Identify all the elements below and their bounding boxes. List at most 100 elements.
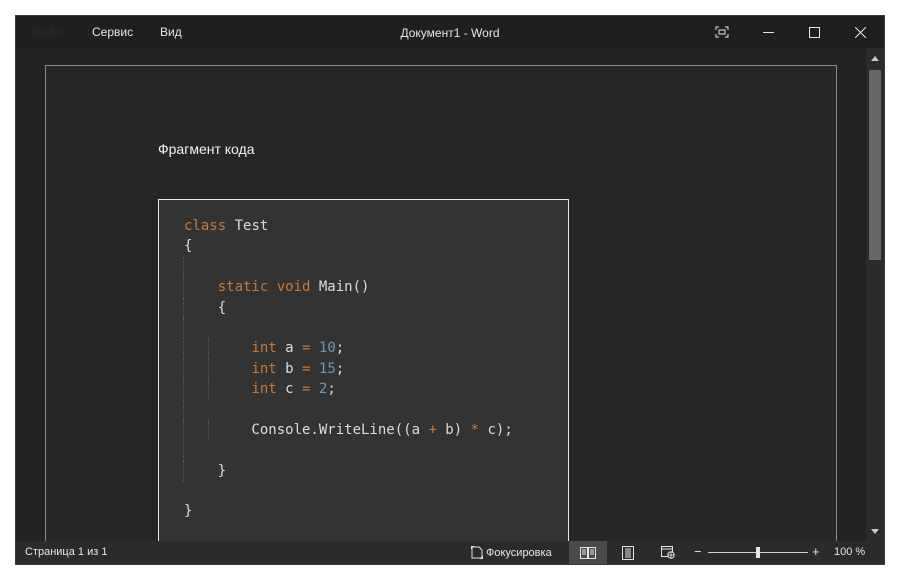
document-heading[interactable]: Фрагмент кода [158,141,254,157]
read-mode-button[interactable] [569,541,607,564]
code-text: Main() [310,279,370,296]
maximize-button[interactable] [791,16,837,48]
code-operator: + [428,421,437,438]
focus-button[interactable]: Фокусировка [471,541,552,564]
arrow-down-icon [871,528,879,534]
page-counter[interactable]: Страница 1 из 1 [25,541,107,564]
scroll-up-button[interactable] [866,50,884,66]
zoom-out-button[interactable]: − [694,541,702,563]
print-layout-icon [622,545,634,560]
indent-guide [208,379,210,400]
code-text: c); [479,421,513,438]
focus-mode-icon [715,26,729,38]
web-layout-icon [661,546,675,559]
focus-icon [471,546,483,559]
close-button[interactable] [837,16,883,48]
scroll-down-button[interactable] [866,523,884,539]
code-line[interactable] [183,256,513,278]
arrow-up-icon [871,55,879,61]
document-page[interactable]: Фрагмент кода class Test { static void Ma… [45,65,837,541]
code-operator: * [470,421,480,438]
code-text: Console.WriteLine((a [184,421,429,438]
code-line[interactable]: { [183,297,513,318]
close-icon [854,26,866,38]
indent-guide [183,399,184,420]
minimize-button[interactable] [745,16,791,48]
zoom-slider-thumb[interactable] [756,547,760,558]
code-text: ; [335,340,345,357]
code-line[interactable] [183,317,513,339]
code-number: 15 [318,360,336,377]
code-line[interactable]: class Test [184,216,513,236]
code-text: Test [226,218,269,234]
minimize-icon [762,31,774,33]
vertical-scrollbar[interactable] [866,48,884,541]
print-layout-button[interactable] [609,541,647,564]
code-text: b) [436,421,471,438]
read-mode-icon [580,546,596,559]
code-text: a [276,340,303,357]
focus-label: Фокусировка [486,546,552,559]
code-text: { [184,299,227,316]
code-text: b [276,360,303,377]
code-keyword: void [276,279,311,296]
indent-guide [208,358,210,380]
code-line[interactable]: Console.WriteLine((a + b) * c); [183,419,513,441]
code-line[interactable]: int c = 2; [183,379,513,400]
word-window: Файл Сервис Вид Документ1 - Word Фрагмен… [16,16,884,564]
code-line[interactable] [183,440,513,461]
indent-guide [183,297,184,318]
indent-guide [208,338,210,359]
status-bar: Страница 1 из 1 Фокусировка − + 100 % [16,541,884,564]
code-line[interactable]: int b = 15; [183,358,513,380]
focus-mode-button[interactable] [699,16,745,48]
code-text: } [184,503,193,520]
code-line[interactable] [183,399,513,420]
code-snippet-box[interactable]: class Test { static void Main() { int a =… [158,199,569,541]
indent-guide [183,379,184,400]
maximize-icon [808,26,820,38]
code-line[interactable] [184,481,513,501]
menu-service[interactable]: Сервис [92,16,133,48]
indent-guide [183,358,184,380]
document-title: Документ1 - Word [400,26,500,40]
indent-guide [208,419,210,441]
scrollbar-thumb[interactable] [869,70,881,260]
code-text: ; [335,360,345,377]
indent-guide [183,317,184,339]
code-text: ; [327,381,336,398]
code-block[interactable]: class Test { static void Main() { int a =… [183,216,513,522]
zoom-level[interactable]: 100 % [834,541,865,564]
menu-view[interactable]: Вид [160,16,182,48]
web-layout-button[interactable] [649,541,687,564]
code-line[interactable]: } [184,501,513,521]
menu-file[interactable]: Файл [32,16,62,48]
document-area[interactable]: Фрагмент кода class Test { static void Ma… [16,48,866,541]
code-keyword: static [217,279,269,296]
code-keyword: class [184,218,227,234]
code-text: { [184,238,193,255]
code-line[interactable]: int a = 10; [183,338,513,359]
code-line[interactable]: } [183,460,513,482]
code-line[interactable]: { [184,236,513,256]
indent-guide [183,419,184,441]
code-keyword: int [251,340,277,357]
code-keyword: int [251,360,277,377]
code-number: 10 [318,340,336,357]
indent-guide [183,338,184,359]
indent-guide [183,256,184,278]
code-keyword: int [251,381,277,398]
indent-guide [183,277,184,298]
code-text: } [184,462,227,479]
zoom-in-button[interactable]: + [812,541,820,563]
code-line[interactable]: static void Main() [183,277,513,298]
indent-guide [183,440,184,461]
